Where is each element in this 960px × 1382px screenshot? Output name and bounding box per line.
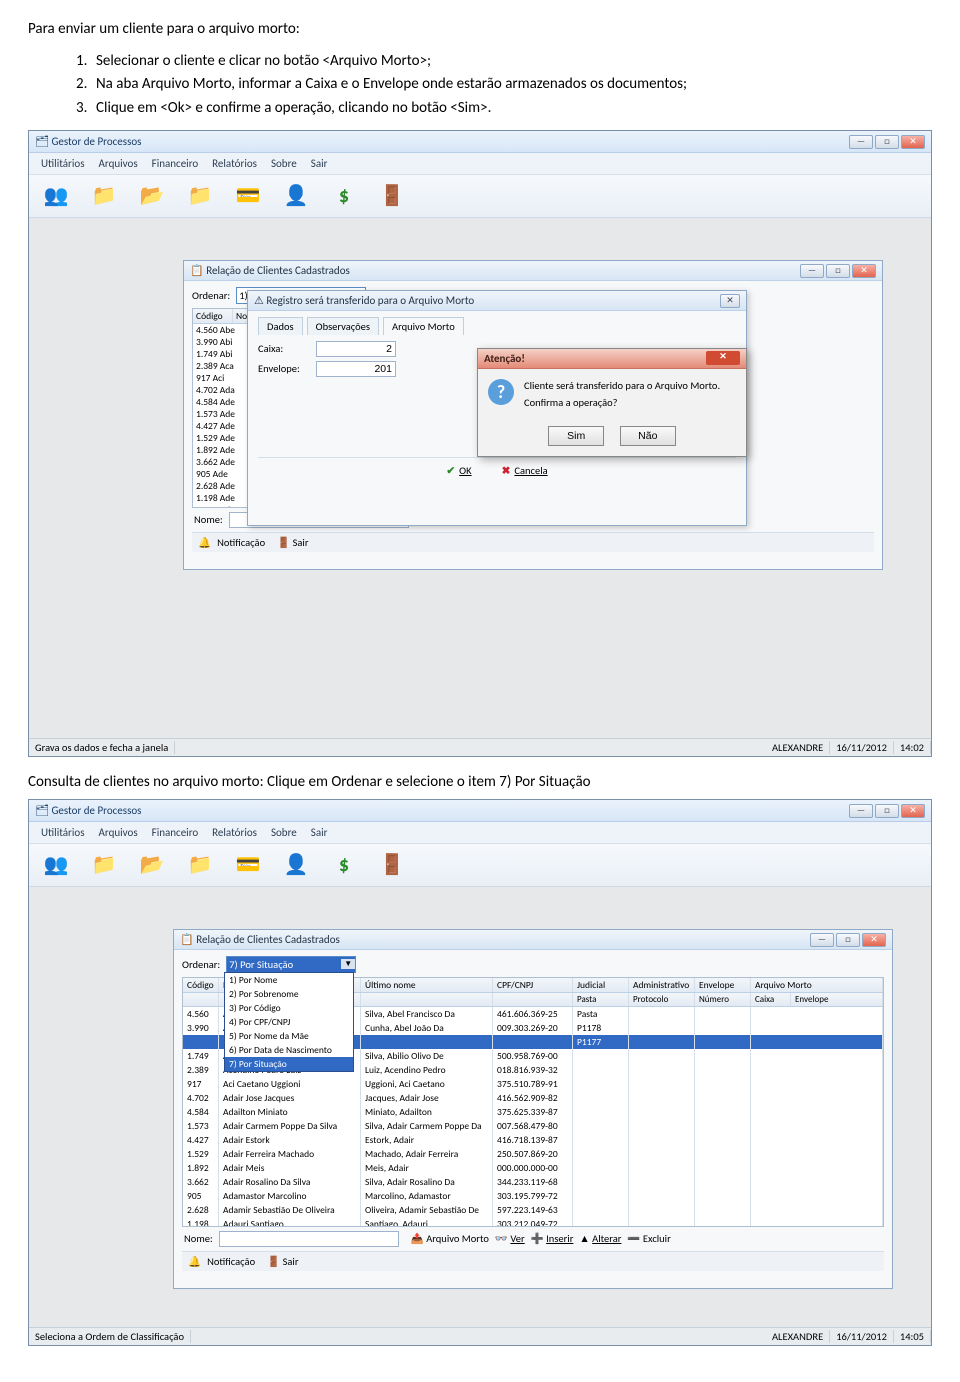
toolbar[interactable]: 👥 📁 📂 📁 💳 👤 $ 🚪 (29, 844, 931, 887)
status-left: Grava os dados e fecha a janela (29, 741, 175, 754)
relacao-title: Relação de Clientes Cadastrados (206, 264, 350, 277)
relacao-window-2: 📋 Relação de Clientes Cadastrados —□✕ Or… (173, 929, 893, 1289)
section-2-text: Consulta de clientes no arquivo morto: C… (28, 773, 932, 791)
transfer-title: Registro será transferido para o Arquivo… (266, 294, 474, 307)
envelope-input[interactable] (316, 361, 396, 377)
status-user: ALEXANDRE (766, 741, 830, 754)
status-date: 16/11/2012 (830, 741, 894, 754)
notificacao-label[interactable]: Notificação (207, 1255, 255, 1268)
alert-line2: Confirma a operação? (524, 396, 720, 409)
notificacao-label[interactable]: Notificação (217, 536, 265, 549)
user-plus-icon[interactable]: 👤 (281, 850, 311, 880)
status-date: 16/11/2012 (830, 1330, 894, 1343)
caixa-label: Caixa: (258, 342, 308, 355)
exit-icon[interactable]: 🚪 (377, 181, 407, 211)
arquivo-morto-button[interactable]: 📤 Arquivo Morto (411, 1232, 489, 1245)
ordenar-combo[interactable]: 7) Por Situação▼ (226, 956, 356, 973)
alert-title: Atenção! (484, 352, 525, 365)
ok-button[interactable]: ✔ OK (446, 464, 471, 477)
app-icon: 🗂 (35, 804, 49, 817)
users-icon[interactable]: 👥 (41, 181, 71, 211)
status-left: Seleciona a Ordem de Classificação (29, 1330, 191, 1343)
nome-input[interactable] (219, 1231, 399, 1247)
folder-arrow-icon[interactable]: 📂 (137, 181, 167, 211)
folder-b-icon[interactable]: 📁 (185, 181, 215, 211)
confirm-alert: Atenção! ✕ ? Cliente será transferido pa… (477, 348, 747, 457)
doc-title: Para enviar um cliente para o arquivo mo… (28, 20, 932, 38)
menubar[interactable]: UtilitáriosArquivosFinanceiroRelatóriosS… (29, 153, 931, 175)
folder-b-icon[interactable]: 📁 (185, 850, 215, 880)
question-icon: ? (488, 379, 514, 405)
alterar-button[interactable]: ▲ Alterar (579, 1232, 621, 1245)
list-icon: 📋 (190, 264, 204, 277)
caixa-input[interactable] (316, 341, 396, 357)
transfer-tabs[interactable]: Dados Observações Arquivo Morto (258, 317, 736, 335)
card-icon[interactable]: 💳 (233, 181, 263, 211)
window-buttons[interactable]: —□✕ (847, 134, 925, 149)
status-user: ALEXANDRE (766, 1330, 830, 1343)
status-time: 14:02 (894, 741, 931, 754)
app-icon: 🗂 (35, 135, 49, 148)
dollar-icon[interactable]: $ (329, 850, 359, 880)
users-icon[interactable]: 👥 (41, 850, 71, 880)
step-1: 1.Selecionar o cliente e clicar no botão… (76, 50, 932, 73)
status-time: 14:05 (894, 1330, 931, 1343)
relacao-title: Relação de Clientes Cadastrados (196, 933, 340, 946)
envelope-label: Envelope: (258, 362, 308, 375)
nome-label: Nome: (194, 513, 223, 526)
card-icon[interactable]: 💳 (233, 850, 263, 880)
folder-a-icon[interactable]: 📁 (89, 850, 119, 880)
screenshot-1: 🗂 Gestor de Processos —□✕ UtilitáriosArq… (28, 130, 932, 757)
sim-button[interactable]: Sim (548, 426, 604, 446)
folder-a-icon[interactable]: 📁 (89, 181, 119, 211)
exit-icon[interactable]: 🚪 (377, 850, 407, 880)
ordenar-dropdown[interactable]: 1) Por Nome 2) Por Sobrenome 3) Por Códi… (224, 972, 354, 1072)
bell-icon: 🔔 (198, 536, 211, 549)
folder-arrow-icon[interactable]: 📂 (137, 850, 167, 880)
screenshot-2: 🗂 Gestor de Processos —□✕ UtilitáriosArq… (28, 799, 932, 1346)
app-title: Gestor de Processos (51, 135, 141, 148)
alert-line1: Cliente será transferido para o Arquivo … (524, 379, 720, 392)
ver-button[interactable]: 👓 Ver (495, 1232, 525, 1245)
window-buttons[interactable]: —□✕ (847, 803, 925, 818)
inserir-button[interactable]: ➕ Inserir (531, 1232, 574, 1245)
menubar[interactable]: UtilitáriosArquivosFinanceiroRelatóriosS… (29, 822, 931, 844)
step-3: 3.Clique em <Ok> e confirme a operação, … (76, 97, 932, 120)
nao-button[interactable]: Não (620, 426, 676, 446)
user-plus-icon[interactable]: 👤 (281, 181, 311, 211)
ordenar-label: Ordenar: (192, 289, 230, 302)
sair-button[interactable]: 🚪 Sair (277, 536, 308, 549)
cancel-button[interactable]: ✖ Cancela (502, 464, 548, 477)
list-icon: 📋 (180, 933, 194, 946)
alert-close[interactable]: ✕ (706, 351, 740, 365)
toolbar[interactable]: 👥 📁 📂 📁 💳 👤 $ 🚪 (29, 175, 931, 218)
ordenar-label: Ordenar: (182, 958, 220, 971)
dollar-icon[interactable]: $ (329, 181, 359, 211)
step-2: 2.Na aba Arquivo Morto, informar a Caixa… (76, 73, 932, 96)
bell-icon: 🔔 (188, 1255, 201, 1268)
sair-button[interactable]: 🚪 Sair (267, 1255, 298, 1268)
excluir-button[interactable]: ➖ Excluir (627, 1232, 670, 1245)
app-title: Gestor de Processos (51, 804, 141, 817)
warning-icon: ⚠ (254, 294, 264, 307)
nome-label: Nome: (184, 1232, 213, 1245)
